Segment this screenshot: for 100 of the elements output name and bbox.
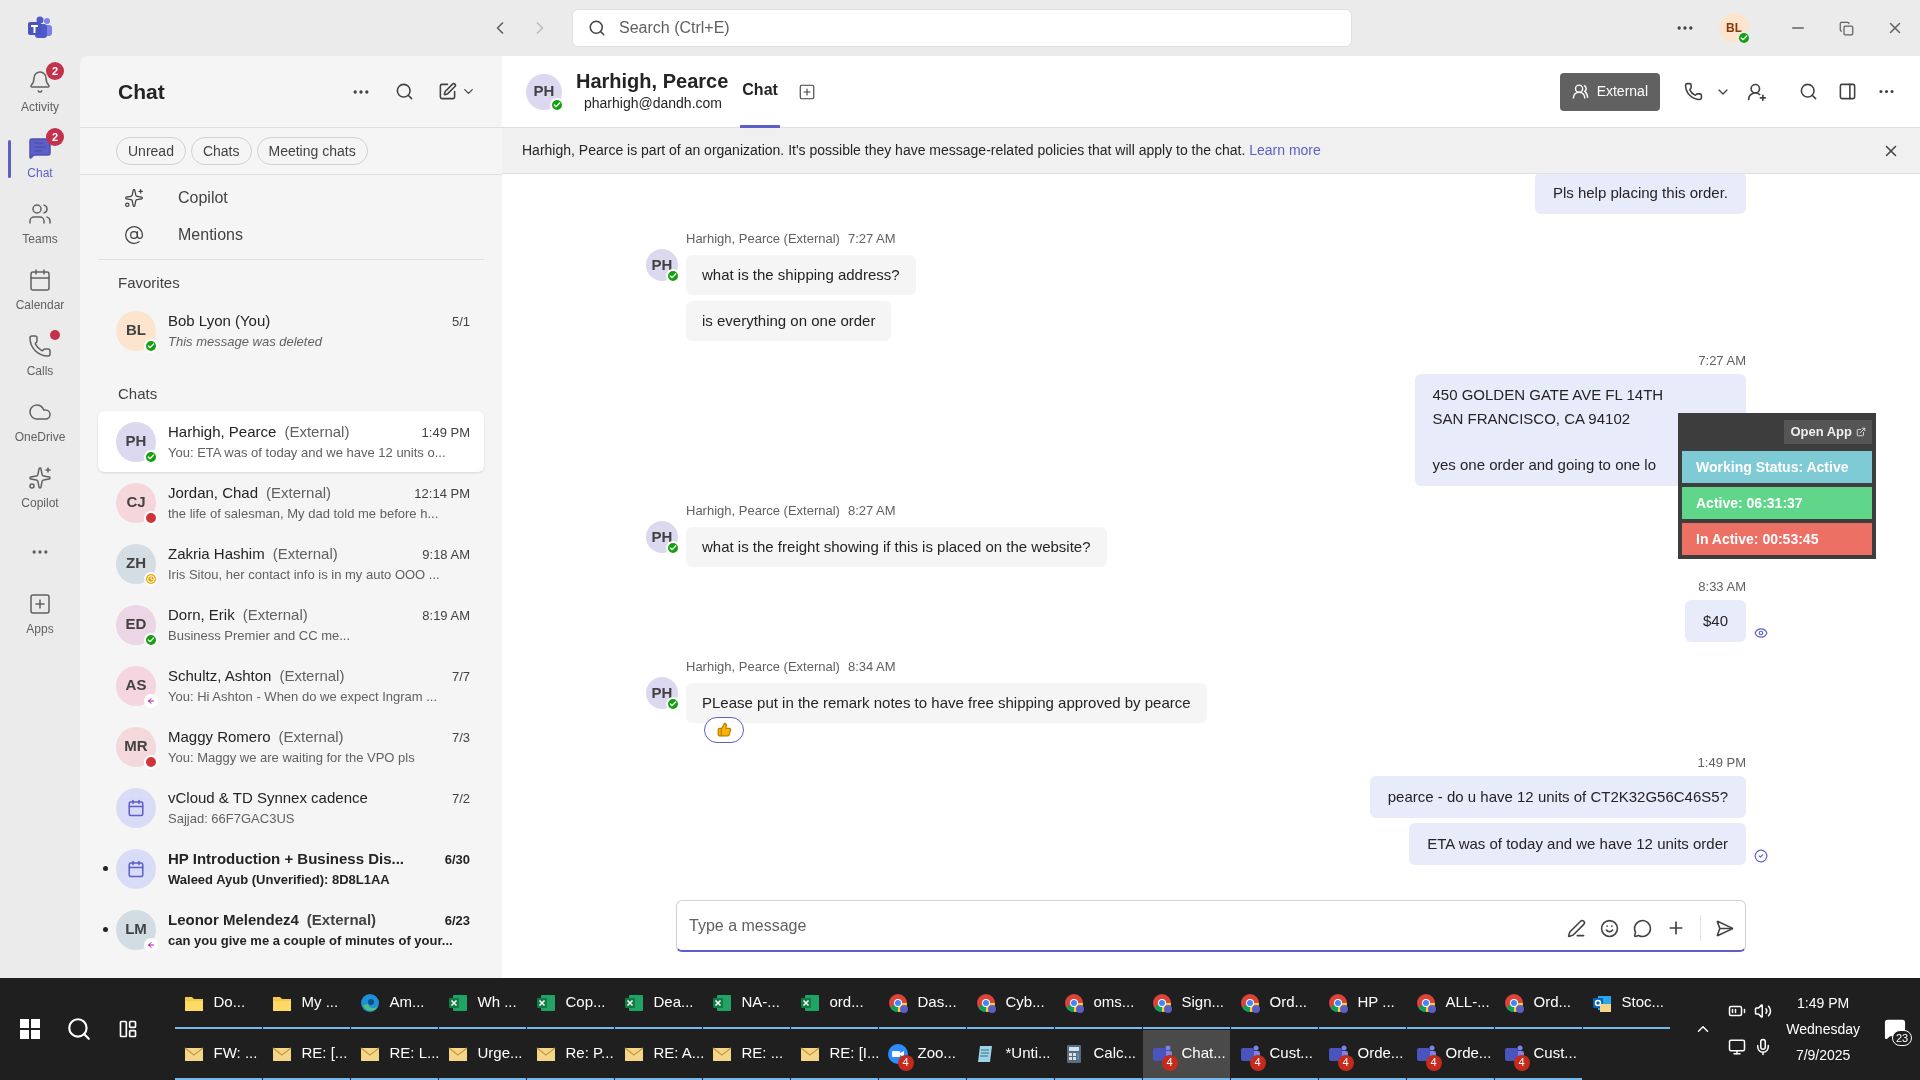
taskbar-item[interactable]: 4 Cust... bbox=[1230, 1029, 1318, 1080]
taskbar-item[interactable]: ALL-... bbox=[1406, 978, 1494, 1029]
chat-time: 6/23 bbox=[443, 911, 470, 930]
taskbar-item[interactable]: Sign... bbox=[1142, 978, 1230, 1029]
learn-more-link[interactable]: Learn more bbox=[1249, 142, 1321, 158]
at-sign-icon bbox=[124, 224, 144, 245]
taskbar-item[interactable]: HP ... bbox=[1318, 978, 1406, 1029]
apps-button[interactable]: Apps bbox=[0, 582, 80, 648]
taskbar-item[interactable]: 4 Orde... bbox=[1406, 1029, 1494, 1080]
new-chat-button[interactable] bbox=[438, 82, 476, 101]
start-button[interactable] bbox=[20, 1019, 40, 1039]
taskbar-item[interactable]: Ord... bbox=[1494, 978, 1582, 1029]
chat-list-item[interactable]: AS Schultz, Ashton (External) 7/7 You: Hi Ashton - When do we expect Ingram ... bbox=[98, 655, 484, 716]
taskbar-item[interactable]: Ord... bbox=[1230, 978, 1318, 1029]
browser-icon bbox=[1238, 991, 1261, 1014]
taskbar-item[interactable]: Calc... bbox=[1054, 1029, 1142, 1080]
message-preview: can you give me a couple of minutes of your... bbox=[168, 932, 454, 950]
contact-email: pharhigh@dandh.com bbox=[584, 94, 723, 113]
chat-list-item[interactable]: BL Bob Lyon (You) 5/1 This message was deleted bbox=[98, 300, 484, 361]
task-view-button[interactable] bbox=[118, 1019, 138, 1039]
chat-list-item[interactable]: LM Leonor Melendez4 (External) 6/23 can you give me a couple of minutes of your... bbox=[98, 899, 484, 960]
shortcut-item[interactable]: Mentions bbox=[98, 216, 484, 253]
emoji-button[interactable] bbox=[1600, 918, 1619, 938]
chat-list-item[interactable]: PH Harhigh, Pearce (External) 1:49 PM You: ETA was of today and we have 12 units o... bbox=[98, 411, 484, 472]
open-app-button[interactable]: Open App bbox=[1784, 420, 1872, 444]
user-avatar[interactable]: BL bbox=[1719, 13, 1749, 43]
nav-rail-item[interactable]: Calendar bbox=[0, 258, 80, 324]
send-button[interactable] bbox=[1715, 918, 1734, 938]
taskbar-item[interactable]: Cop... bbox=[526, 978, 614, 1029]
shortcut-item[interactable]: Copilot bbox=[98, 179, 484, 216]
nav-rail-item[interactable]: Calls bbox=[0, 324, 80, 390]
taskbar-item[interactable]: Do... bbox=[174, 978, 262, 1029]
nav-rail-item[interactable]: 2 Activity bbox=[0, 60, 80, 126]
add-icon bbox=[28, 592, 52, 616]
chat-list-item[interactable]: HP Introduction + Business Dis... 6/30 Waleed Ayub (Unverified): 8D8L1AA bbox=[98, 838, 484, 899]
taskbar-item[interactable]: oms... bbox=[1054, 978, 1142, 1029]
loop-button[interactable] bbox=[1633, 918, 1652, 938]
message-bubble: pearce - do u have 12 units of CT2K32G56C46S5? bbox=[1369, 776, 1746, 818]
taskbar-item[interactable]: RE: [... bbox=[262, 1029, 350, 1080]
chat-time: 8:19 AM bbox=[421, 606, 470, 625]
taskbar-item[interactable]: 4 Cust... bbox=[1494, 1029, 1582, 1080]
chat-name: HP Introduction + Business Dis... bbox=[168, 848, 404, 869]
taskbar-item[interactable]: My ... bbox=[262, 978, 350, 1029]
restore-button[interactable] bbox=[1839, 20, 1854, 36]
message-time: 8:33 AM bbox=[1698, 577, 1746, 596]
section-heading: Favorites bbox=[117, 273, 181, 293]
filter-chip[interactable]: Chats bbox=[190, 137, 252, 165]
taskbar-item[interactable]: Cyb... bbox=[966, 978, 1054, 1029]
nav-rail-item[interactable]: OneDrive bbox=[0, 390, 80, 456]
search-button[interactable] bbox=[395, 82, 414, 101]
taskbar-item[interactable]: *Unti... bbox=[966, 1029, 1054, 1080]
chat-list-item[interactable]: MR Maggy Romero (External) 7/3 You: Maggy we are waiting for the VPO pls bbox=[98, 716, 484, 777]
nav-rail-item[interactable]: Teams bbox=[0, 192, 80, 258]
taskbar-item[interactable]: 4 Zoo... bbox=[878, 1029, 966, 1080]
filter-chip[interactable]: Meeting chats bbox=[256, 137, 368, 165]
message-preview: This message was deleted bbox=[168, 333, 324, 351]
taskbar-item[interactable]: RE: ... bbox=[702, 1029, 790, 1080]
chat-list-item[interactable]: ZH Zakria Hashim (External) 9:18 AM Iris Sitou, her contact info is in my auto OOO ... bbox=[98, 533, 484, 594]
search-field[interactable]: Search (Ctrl+E) bbox=[572, 9, 1352, 47]
chat-list-item[interactable]: ED Dorn, Erik (External) 8:19 AM Business Premier and CC me... bbox=[98, 594, 484, 655]
taskbar-item[interactable]: 4 Orde... bbox=[1318, 1029, 1406, 1080]
chat-list-item[interactable]: CJ Jordan, Chad (External) 12:14 PM the life of salesman, My dad told me before h... bbox=[98, 472, 484, 533]
network-icon[interactable] bbox=[1728, 1038, 1747, 1056]
avatar: PH bbox=[116, 421, 156, 462]
taskbar-item[interactable]: 4 Chat... bbox=[1142, 1029, 1230, 1080]
taskbar-item[interactable]: RE: L... bbox=[350, 1029, 438, 1080]
message-input[interactable]: Type a message bbox=[676, 900, 1746, 952]
taskbar-item[interactable]: Am... bbox=[350, 978, 438, 1029]
taskbar-item[interactable]: Re: P... bbox=[526, 1029, 614, 1080]
add-tab-button[interactable] bbox=[797, 82, 816, 101]
taskbar-item[interactable]: FW: ... bbox=[174, 1029, 262, 1080]
volume-icon[interactable] bbox=[1754, 1002, 1773, 1020]
avatar: PH bbox=[646, 677, 678, 709]
taskbar-item[interactable]: RE: [I... bbox=[790, 1029, 878, 1080]
sender-name: Harhigh, Pearce (External) bbox=[686, 658, 840, 676]
browser-icon bbox=[358, 991, 381, 1014]
notification-badge: 2 bbox=[46, 62, 64, 80]
nav-rail-item[interactable]: 2 Chat bbox=[0, 126, 80, 192]
chat-list-item[interactable]: vCloud & TD Synnex cadence 7/2 Sajjad: 66F7GAC3US bbox=[98, 777, 484, 838]
taskbar-item[interactable]: ord... bbox=[790, 978, 878, 1029]
taskbar-item[interactable]: Stoc... bbox=[1582, 978, 1670, 1029]
side-panel-button[interactable] bbox=[1838, 82, 1857, 101]
add-people-button[interactable] bbox=[1747, 81, 1767, 102]
nav-rail-item[interactable]: Copilot bbox=[0, 456, 80, 522]
external-button[interactable]: External bbox=[1559, 72, 1660, 111]
search-button[interactable] bbox=[1799, 82, 1818, 101]
avatar: BL bbox=[116, 310, 156, 351]
filter-chip[interactable]: Unread bbox=[116, 137, 186, 165]
taskbar-item[interactable]: Dea... bbox=[614, 978, 702, 1029]
taskbar-item[interactable]: Wh ... bbox=[438, 978, 526, 1029]
call-button[interactable] bbox=[1684, 82, 1703, 101]
search-button[interactable] bbox=[66, 1016, 92, 1042]
taskbar-item[interactable]: NA-... bbox=[702, 978, 790, 1029]
taskbar-item[interactable]: Das... bbox=[878, 978, 966, 1029]
taskbar-item[interactable]: RE: A... bbox=[614, 1029, 702, 1080]
chat-name: Maggy Romero bbox=[168, 726, 271, 747]
format-button[interactable] bbox=[1567, 918, 1586, 938]
avatar: PH bbox=[526, 73, 562, 110]
taskbar-item[interactable]: Urge... bbox=[438, 1029, 526, 1080]
external-tag: (External) bbox=[284, 420, 350, 443]
